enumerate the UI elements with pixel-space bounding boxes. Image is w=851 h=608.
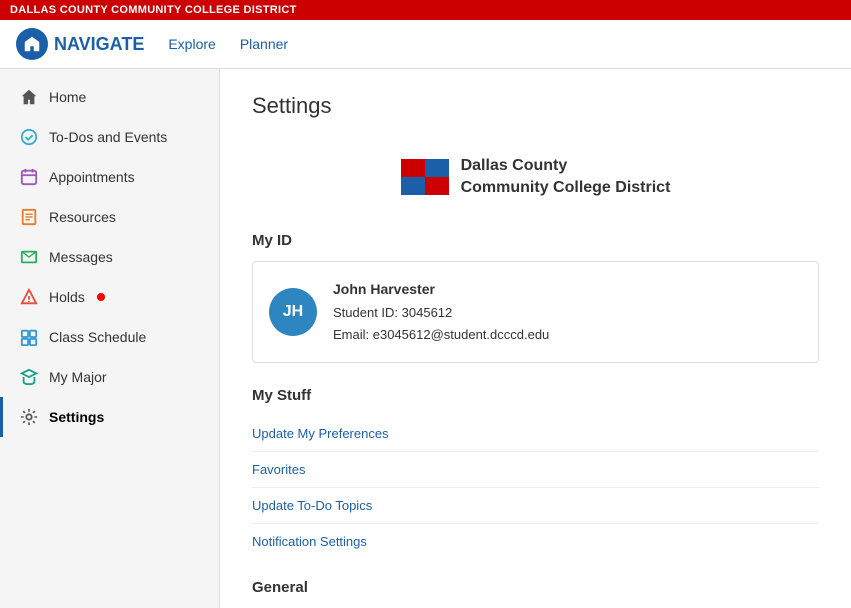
update-preferences-link[interactable]: Update My Preferences xyxy=(252,416,819,452)
sidebar-item-my-major[interactable]: My Major xyxy=(0,357,219,397)
college-logo-area: Dallas County Community College District xyxy=(252,139,819,224)
sidebar-item-appointments[interactable]: Appointments xyxy=(0,157,219,197)
top-banner: DALLAS COUNTY COMMUNITY COLLEGE DISTRICT xyxy=(0,0,851,20)
college-flag xyxy=(401,159,449,195)
todo-icon xyxy=(19,127,39,147)
page-title: Settings xyxy=(252,93,819,119)
id-card: JH John Harvester Student ID: 3045612 Em… xyxy=(252,261,819,363)
college-name-line2: Community College District xyxy=(461,177,671,199)
explore-nav[interactable]: Explore xyxy=(168,36,215,52)
general-section: General About ➔ Help xyxy=(252,579,819,608)
college-name-line1: Dallas County xyxy=(461,155,671,177)
sidebar-label-messages: Messages xyxy=(49,249,113,265)
banner-text: DALLAS COUNTY COMMUNITY COLLEGE DISTRICT xyxy=(10,4,297,16)
sidebar-item-holds[interactable]: Holds xyxy=(0,277,219,317)
student-name: John Harvester xyxy=(333,278,549,302)
sidebar-label-class-schedule: Class Schedule xyxy=(49,329,146,345)
main-layout: Home To-Dos and Events Appointments xyxy=(0,69,851,608)
appointments-icon xyxy=(19,167,39,187)
resources-icon xyxy=(19,207,39,227)
my-stuff-section: My Stuff Update My Preferences Favorites… xyxy=(252,387,819,559)
sidebar-label-home: Home xyxy=(49,89,86,105)
sidebar: Home To-Dos and Events Appointments xyxy=(0,69,220,608)
college-name: Dallas County Community College District xyxy=(461,155,671,200)
class-schedule-icon xyxy=(19,327,39,347)
sidebar-item-messages[interactable]: Messages xyxy=(0,237,219,277)
general-heading: General xyxy=(252,579,819,596)
sidebar-label-resources: Resources xyxy=(49,209,116,225)
avatar: JH xyxy=(269,288,317,336)
my-id-heading: My ID xyxy=(252,232,819,249)
sidebar-label-appointments: Appointments xyxy=(49,169,135,185)
update-todo-topics-link[interactable]: Update To-Do Topics xyxy=(252,488,819,524)
logo-text: NAVIGATE xyxy=(54,34,144,55)
messages-icon xyxy=(19,247,39,267)
sidebar-label-holds: Holds xyxy=(49,289,85,305)
sidebar-item-todos[interactable]: To-Dos and Events xyxy=(0,117,219,157)
logo-area[interactable]: NAVIGATE xyxy=(16,28,144,60)
my-major-icon xyxy=(19,367,39,387)
student-id: Student ID: 3045612 xyxy=(333,302,549,324)
holds-badge xyxy=(97,293,105,301)
content-area: Settings Dallas County Community College… xyxy=(220,69,851,608)
header: NAVIGATE Explore Planner xyxy=(0,20,851,69)
home-icon xyxy=(19,87,39,107)
holds-icon xyxy=(19,287,39,307)
planner-nav[interactable]: Planner xyxy=(240,36,288,52)
student-email: Email: e3045612@student.dcccd.edu xyxy=(333,324,549,346)
logo-icon xyxy=(16,28,48,60)
my-stuff-heading: My Stuff xyxy=(252,387,819,404)
sidebar-label-my-major: My Major xyxy=(49,369,107,385)
sidebar-label-settings: Settings xyxy=(49,409,104,425)
sidebar-item-class-schedule[interactable]: Class Schedule xyxy=(0,317,219,357)
sidebar-label-todos: To-Dos and Events xyxy=(49,129,167,145)
favorites-link[interactable]: Favorites xyxy=(252,452,819,488)
settings-icon xyxy=(19,407,39,427)
sidebar-item-home[interactable]: Home xyxy=(0,77,219,117)
notification-settings-link[interactable]: Notification Settings xyxy=(252,524,819,559)
id-info: John Harvester Student ID: 3045612 Email… xyxy=(333,278,549,346)
sidebar-item-resources[interactable]: Resources xyxy=(0,197,219,237)
sidebar-item-settings[interactable]: Settings xyxy=(0,397,219,437)
